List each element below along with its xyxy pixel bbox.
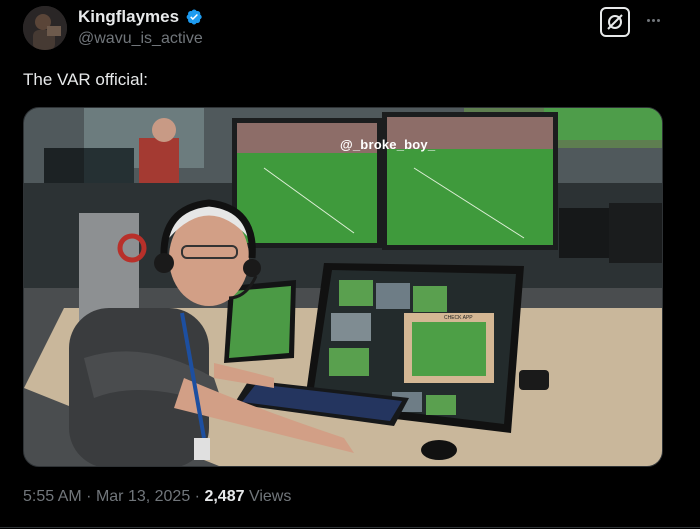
author-name-row[interactable]: Kingflaymes — [78, 7, 203, 27]
media-watermark: @_broke_boy_ — [340, 137, 436, 152]
more-options-button[interactable] — [643, 10, 663, 30]
divider — [0, 527, 700, 528]
meta-separator: · — [194, 488, 200, 505]
grok-button[interactable] — [600, 7, 630, 37]
views-label: Views — [248, 488, 292, 505]
tweet-metadata: 5:55 AM · Mar 13, 2025 · 2,487 Views — [23, 488, 291, 506]
more-horizontal-icon — [646, 18, 650, 22]
grok-icon — [607, 14, 623, 30]
tweet-time[interactable]: 5:55 AM — [23, 488, 82, 505]
tweet-media-image[interactable]: CHECK APP — [23, 107, 663, 467]
views-count[interactable]: 2,487 — [204, 488, 244, 505]
tweet-date[interactable]: Mar 13, 2025 — [96, 488, 190, 505]
tweet-text: The VAR official: — [23, 70, 149, 89]
author-handle[interactable]: @wavu_is_active — [78, 30, 203, 48]
meta-separator: · — [86, 488, 92, 505]
author-display-name[interactable]: Kingflaymes — [78, 7, 179, 27]
screen-label: CHECK APP — [444, 315, 473, 321]
author-avatar[interactable] — [23, 6, 67, 50]
verified-badge-icon — [186, 9, 202, 25]
